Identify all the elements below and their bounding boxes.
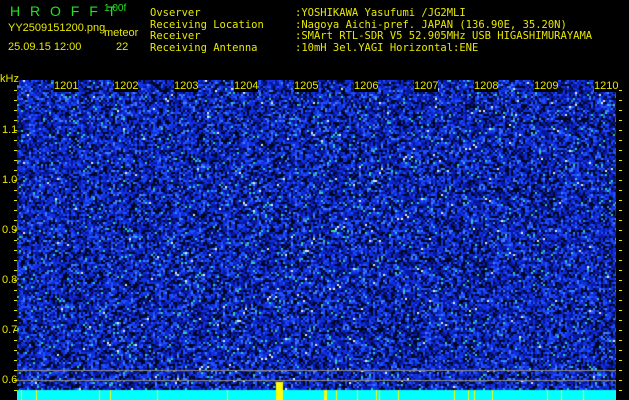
y-tick-mark — [14, 270, 17, 271]
x-tick-label: 1206 — [354, 80, 379, 92]
info-label: Ovserver — [150, 7, 201, 19]
info-value: :YOSHIKAWA Yasufumi /JG2MLI — [295, 7, 466, 19]
y-tick-mark — [14, 390, 17, 391]
spectrogram — [17, 80, 616, 400]
y-tick-mark — [619, 270, 622, 271]
x-tick-label: 1209 — [534, 80, 559, 92]
y-tick-mark — [14, 120, 17, 121]
y-tick-mark — [14, 290, 17, 291]
y-tick-mark — [619, 380, 622, 381]
y-tick-mark — [619, 140, 622, 141]
x-tick-label: 1205 — [294, 80, 319, 92]
y-tick-mark — [14, 150, 17, 151]
y-tick-mark — [619, 290, 622, 291]
y-tick-mark — [619, 330, 622, 331]
info-value: :10mH 3el.YAGI Horizontal:ENE — [295, 42, 479, 54]
y-tick-mark — [619, 310, 622, 311]
x-tick-label: 1204 — [234, 80, 259, 92]
y-tick-mark — [14, 200, 17, 201]
y-tick-mark — [14, 180, 17, 181]
datetime: 25.09.15 12:00 — [8, 41, 82, 53]
y-tick-mark — [619, 220, 622, 221]
y-tick-mark — [14, 210, 17, 211]
y-tick-mark — [14, 310, 17, 311]
y-tick-mark — [619, 370, 622, 371]
y-tick-mark — [619, 240, 622, 241]
y-tick-mark — [14, 220, 17, 221]
y-tick-mark — [619, 250, 622, 251]
y-tick-mark — [14, 380, 17, 381]
y-tick-mark — [619, 170, 622, 171]
y-tick-mark — [619, 120, 622, 121]
version: 1.00f — [104, 3, 127, 14]
y-tick-mark — [619, 160, 622, 161]
y-tick-mark — [619, 150, 622, 151]
x-tick-label: 1202 — [114, 80, 139, 92]
info-label: Receiver — [150, 30, 201, 42]
y-tick-mark — [619, 110, 622, 111]
y-tick-mark — [14, 260, 17, 261]
y-tick-mark — [14, 140, 17, 141]
x-tick-label: 1207 — [414, 80, 439, 92]
y-tick-mark — [14, 320, 17, 321]
y-tick-mark — [619, 100, 622, 101]
y-tick-mark — [619, 260, 622, 261]
x-tick-label: 1208 — [474, 80, 499, 92]
app-title: H R O F F T — [10, 3, 117, 19]
meteor-label: meteor — [104, 27, 139, 39]
y-tick-mark — [619, 350, 622, 351]
y-tick-mark — [14, 250, 17, 251]
y-tick-mark — [14, 360, 17, 361]
y-tick-mark — [14, 350, 17, 351]
y-tick-mark — [619, 280, 622, 281]
y-tick-mark — [619, 340, 622, 341]
x-tick-label: 1201 — [54, 80, 79, 92]
y-tick-mark — [619, 130, 622, 131]
info-value: :SMArt RTL-SDR V5 52.905MHz USB HIGASHIM… — [295, 30, 593, 42]
y-tick-mark — [14, 110, 17, 111]
y-tick-mark — [14, 340, 17, 341]
y-tick-mark — [619, 90, 622, 91]
y-tick-mark — [14, 230, 17, 231]
info-label: Receiving Location — [150, 19, 264, 31]
y-tick-mark — [14, 240, 17, 241]
y-tick-mark — [619, 360, 622, 361]
y-tick-mark — [619, 200, 622, 201]
y-tick-mark — [619, 390, 622, 391]
y-tick-mark — [14, 160, 17, 161]
y-tick-mark — [619, 180, 622, 181]
y-tick-mark — [619, 300, 622, 301]
meteor-count: 22 — [116, 41, 129, 53]
y-tick-mark — [619, 210, 622, 211]
y-tick-mark — [14, 300, 17, 301]
y-tick-mark — [14, 190, 17, 191]
x-tick-label: 1203 — [174, 80, 199, 92]
y-tick-mark — [14, 130, 17, 131]
y-tick-mark — [619, 230, 622, 231]
x-tick-label: 1210 — [594, 80, 619, 92]
y-tick-mark — [14, 370, 17, 371]
y-tick-mark — [14, 330, 17, 331]
filename: YY2509151200.png — [8, 22, 106, 34]
y-tick-mark — [619, 190, 622, 191]
info-value: :Nagoya Aichi-pref. JAPAN (136.90E, 35.2… — [295, 19, 567, 31]
y-unit: kHz — [0, 73, 19, 85]
y-tick-mark — [619, 320, 622, 321]
y-tick-mark — [14, 100, 17, 101]
y-tick-mark — [14, 280, 17, 281]
info-label: Receiving Antenna — [150, 42, 258, 54]
y-tick-mark — [14, 90, 17, 91]
y-tick-mark — [14, 170, 17, 171]
